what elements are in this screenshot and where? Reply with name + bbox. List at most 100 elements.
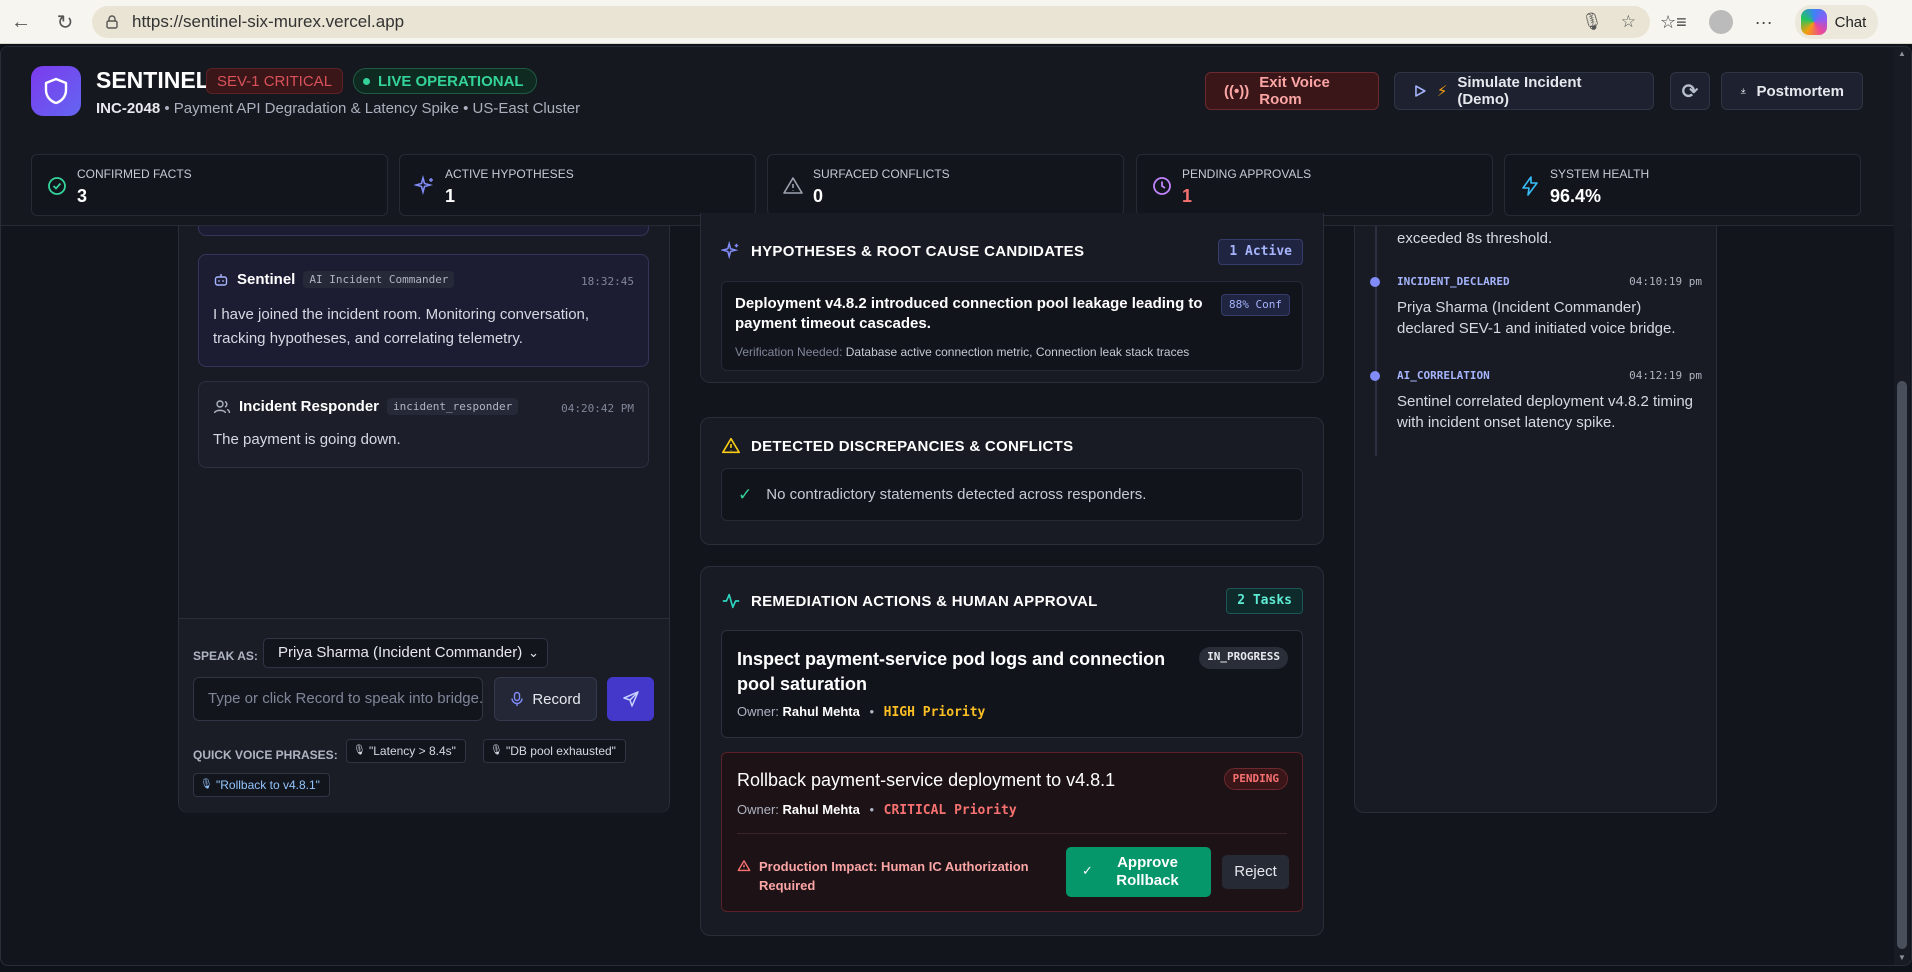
hypothesis-item[interactable]: Deployment v4.8.2 introduced connection … xyxy=(721,281,1303,371)
event-description: Priya Sharma (Incident Commander) declar… xyxy=(1397,299,1676,337)
reject-button[interactable]: Reject xyxy=(1222,855,1289,889)
previous-message-edge xyxy=(198,226,649,236)
copilot-icon xyxy=(1800,9,1827,35)
event-description: Sentinel correlated deployment v4.8.2 ti… xyxy=(1397,393,1694,431)
stat-active-hypotheses: Active Hypotheses 1 xyxy=(399,154,756,216)
task-owner: Owner: Rahul Mehta • HIGH Priority xyxy=(737,704,986,720)
postmortem-button[interactable]: Postmortem xyxy=(1721,72,1863,110)
warning-icon xyxy=(783,177,803,194)
message-input[interactable]: Type or click Record to speak into bridg… xyxy=(193,677,483,721)
app-window: SENTINEL SEV-1 CRITICAL LIVE OPERATIONAL… xyxy=(0,46,1912,966)
send-button[interactable] xyxy=(607,677,654,721)
favorite-star-icon[interactable]: ☆ xyxy=(1621,12,1636,32)
send-icon xyxy=(622,691,639,707)
sparkles-icon xyxy=(414,175,434,196)
copilot-chat-button[interactable]: Chat xyxy=(1794,5,1879,39)
task-title: Inspect payment-service pod logs and con… xyxy=(737,649,1166,694)
message-author: Incident Responder xyxy=(239,398,380,415)
message-author: Sentinel xyxy=(237,271,296,288)
profile-avatar-icon[interactable] xyxy=(1708,10,1733,34)
remediation-task[interactable]: Inspect payment-service pod logs and con… xyxy=(721,630,1303,738)
quick-phrase-chip[interactable]: "Latency > 8.4s" xyxy=(346,739,466,763)
live-status-badge: LIVE OPERATIONAL xyxy=(353,68,537,94)
more-menu-icon[interactable]: ··· xyxy=(1755,12,1773,33)
scroll-down-icon[interactable]: ▼ xyxy=(1896,953,1908,962)
timeline-event: INCIDENT_DECLARED 04:10:19 pm Priya Shar… xyxy=(1370,275,1702,339)
discrepancies-card: DETECTED DISCREPANCIES & CONFLICTS ✓ No … xyxy=(700,417,1324,545)
stat-system-health: System Health 96.4% xyxy=(1504,154,1861,216)
stat-pending-approvals: Pending Approvals 1 xyxy=(1136,154,1493,216)
task-owner: Owner: Rahul Mehta • CRITICAL Priority xyxy=(737,802,1017,818)
app-header: SENTINEL SEV-1 CRITICAL LIVE OPERATIONAL… xyxy=(1,47,1911,145)
reload-icon[interactable]: ↻ xyxy=(50,7,80,37)
task-status-badge: PENDING xyxy=(1223,768,1288,790)
speak-as-select[interactable]: Priya Sharma (Incident Commander) ⌄ xyxy=(263,638,548,668)
refresh-button[interactable]: ⟳ xyxy=(1670,72,1710,110)
play-icon xyxy=(1415,85,1426,97)
quick-phrase-chip[interactable]: "DB pool exhausted" xyxy=(483,739,626,763)
hypothesis-text: Deployment v4.8.2 introduced connection … xyxy=(735,295,1203,332)
production-impact-warning: Production Impact: Human IC Authorizatio… xyxy=(737,857,1047,895)
incident-description: • Payment API Degradation & Latency Spik… xyxy=(164,100,581,117)
address-bar[interactable]: https://sentinel-six-murex.vercel.app 🎙 … xyxy=(92,6,1650,38)
timeline-dot-icon xyxy=(1370,371,1380,381)
timeline-partial-event: exceeded 8s threshold. xyxy=(1397,230,1553,247)
quick-phrase-chip[interactable]: "Rollback to v4.8.1" xyxy=(193,773,330,797)
broadcast-icon: ((•)) xyxy=(1224,82,1250,100)
chevron-down-icon: ⌄ xyxy=(528,645,539,660)
chat-label: Chat xyxy=(1834,13,1867,31)
activity-pulse-icon xyxy=(722,593,740,609)
message-role-tag: incident_responder xyxy=(387,398,519,415)
incident-id: INC-2048 xyxy=(96,100,161,117)
back-icon[interactable]: ← xyxy=(6,7,36,37)
incident-timeline-panel: exceeded 8s threshold. INCIDENT_DECLARED… xyxy=(1354,226,1717,813)
remediation-card: REMEDIATION ACTIONS & HUMAN APPROVAL 2 T… xyxy=(700,566,1324,936)
brand-name: SENTINEL xyxy=(96,67,210,93)
hypotheses-count-badge: 1 Active xyxy=(1218,239,1303,265)
stat-confirmed-facts: Confirmed Facts 3 xyxy=(31,154,388,216)
event-time: 04:10:19 pm xyxy=(1629,275,1702,288)
scroll-up-icon[interactable]: ▲ xyxy=(1896,49,1908,58)
incident-summary: INC-2048 • Payment API Degradation & Lat… xyxy=(96,100,580,117)
exit-voice-room-button[interactable]: ((•)) Exit Voice Room xyxy=(1205,72,1379,110)
hypotheses-title: HYPOTHESES & ROOT CAUSE CANDIDATES xyxy=(751,242,1085,260)
no-discrepancies-message: ✓ No contradictory statements detected a… xyxy=(721,468,1303,521)
message-text: The payment is going down. xyxy=(213,431,401,448)
check-icon: ✓ xyxy=(1082,863,1093,878)
bolt-icon: ⚡ xyxy=(1436,83,1448,100)
shield-logo-icon xyxy=(31,66,81,116)
discrepancies-title: DETECTED DISCREPANCIES & CONFLICTS xyxy=(751,437,1074,455)
remediation-title: REMEDIATION ACTIONS & HUMAN APPROVAL xyxy=(751,592,1098,610)
favorites-icon[interactable]: ☆≡ xyxy=(1660,12,1687,33)
download-icon xyxy=(1740,88,1746,94)
url-text[interactable]: https://sentinel-six-murex.vercel.app xyxy=(132,12,404,32)
scrollbar-thumb[interactable] xyxy=(1897,381,1907,949)
lightning-icon xyxy=(1522,176,1538,196)
remediation-task[interactable]: Rollback payment-service deployment to v… xyxy=(721,752,1303,912)
approve-rollback-button[interactable]: ✓ Approve Rollback xyxy=(1066,847,1211,897)
timeline-event: AI_CORRELATION 04:12:19 pm Sentinel corr… xyxy=(1370,369,1702,433)
simulate-incident-button[interactable]: ⚡ Simulate Incident (Demo) xyxy=(1394,72,1654,110)
sparkles-icon xyxy=(721,241,739,260)
task-divider xyxy=(737,833,1287,834)
site-info-icon[interactable] xyxy=(104,14,120,30)
message-role-tag: AI Incident Commander xyxy=(303,271,455,288)
event-time: 04:12:19 pm xyxy=(1629,369,1702,382)
warning-icon xyxy=(737,859,751,878)
stat-surfaced-conflicts: Surfaced Conflicts 0 xyxy=(767,154,1124,216)
timeline-dot-icon xyxy=(1370,277,1380,287)
chat-message: Incident Responder incident_responder 04… xyxy=(198,381,649,468)
warning-icon xyxy=(722,437,740,454)
chat-input-area: SPEAK AS: Priya Sharma (Incident Command… xyxy=(179,618,669,813)
timeline-connector xyxy=(1375,226,1377,456)
message-time: 18:32:45 xyxy=(581,275,634,288)
microphone-icon[interactable]: 🎙 xyxy=(1581,12,1603,32)
task-title: Rollback payment-service deployment to v… xyxy=(737,770,1116,790)
microphone-icon xyxy=(511,691,524,706)
clock-icon xyxy=(1153,177,1171,195)
record-button[interactable]: Record xyxy=(494,677,597,721)
page-scrollbar[interactable]: ▲ ▼ xyxy=(1894,47,1910,965)
quick-phrases-label: QUICK VOICE PHRASES: xyxy=(193,748,338,762)
chat-message: Sentinel AI Incident Commander 18:32:45 … xyxy=(198,254,649,367)
message-time: 04:20:42 PM xyxy=(561,402,634,415)
